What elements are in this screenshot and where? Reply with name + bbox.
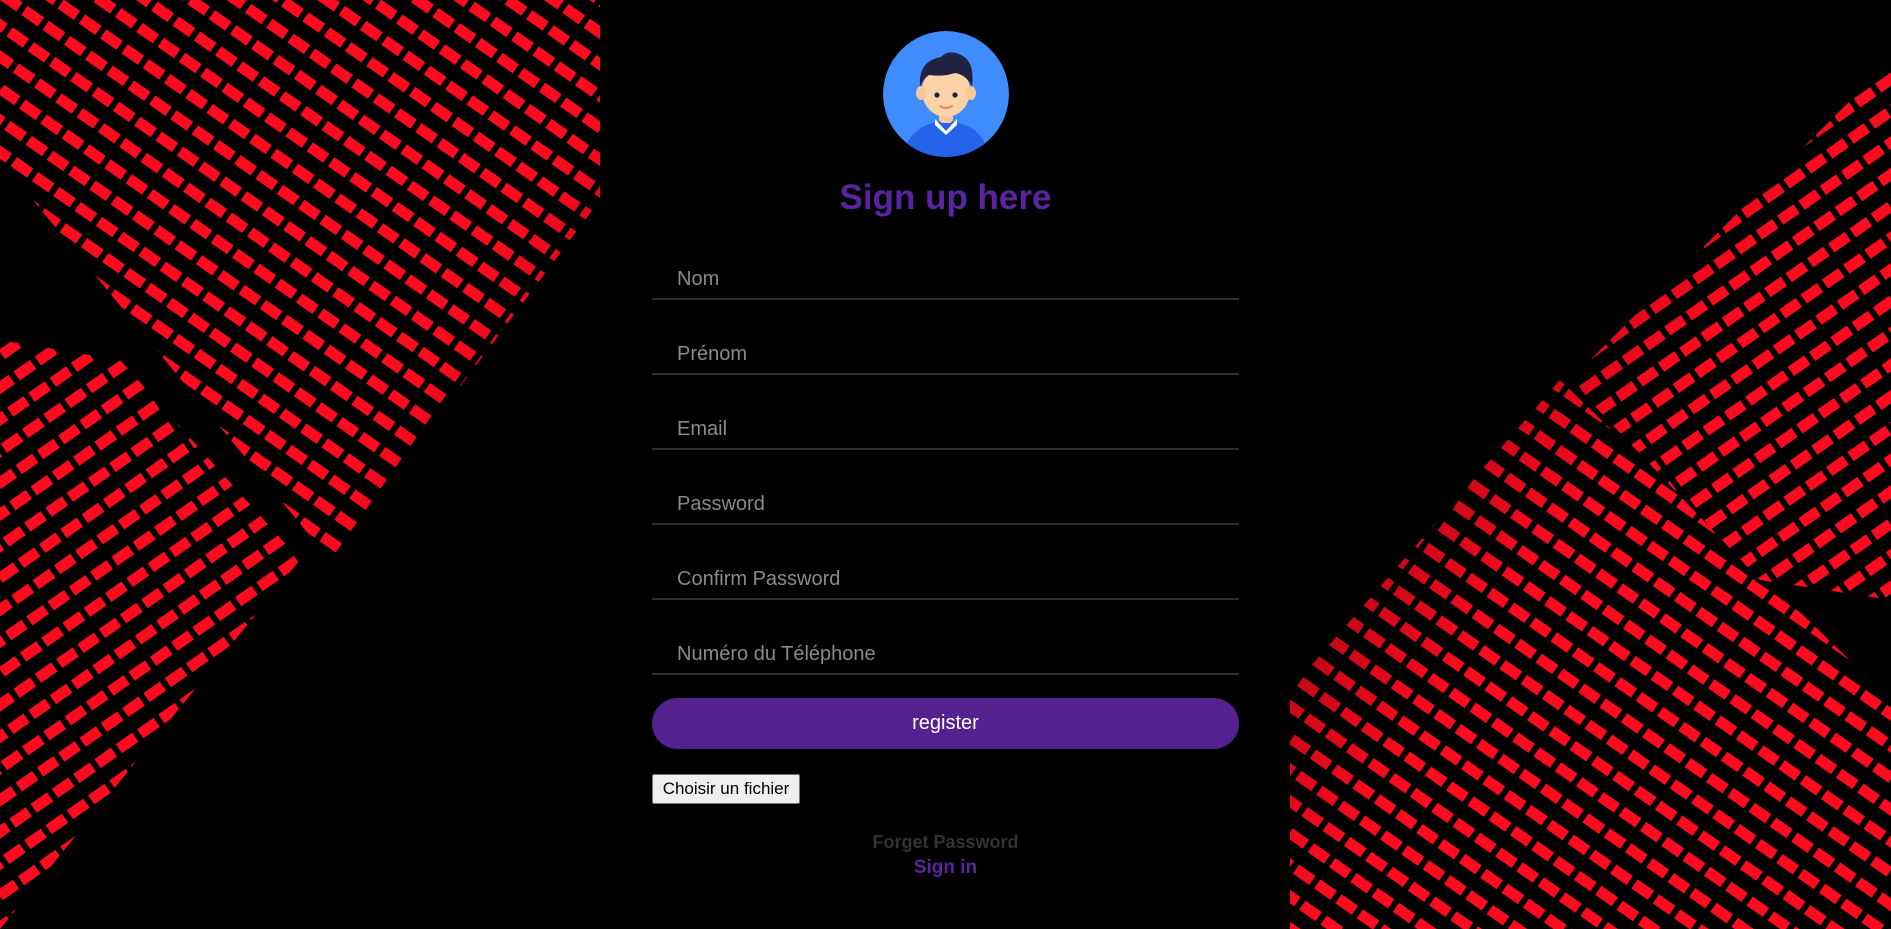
- prenom-input[interactable]: [652, 323, 1239, 373]
- choose-file-button[interactable]: Choisir un fichier: [652, 774, 800, 804]
- email-field: [652, 398, 1239, 450]
- email-input[interactable]: [652, 398, 1239, 448]
- prenom-field: [652, 323, 1239, 375]
- page-title: Sign up here: [839, 178, 1052, 217]
- nom-field: [652, 248, 1239, 300]
- sign-in-link[interactable]: Sign in: [652, 857, 1239, 879]
- forget-password-link[interactable]: Forget Password: [652, 832, 1239, 853]
- confirm-password-field: [652, 548, 1239, 600]
- page: Sign up here register Choisir un fichier…: [0, 0, 1891, 929]
- phone-input[interactable]: [652, 623, 1239, 673]
- password-field: [652, 473, 1239, 525]
- user-avatar-icon: [883, 31, 1009, 157]
- confirm-password-input[interactable]: [652, 548, 1239, 598]
- register-button[interactable]: register: [652, 698, 1239, 749]
- phone-field: [652, 623, 1239, 675]
- nom-input[interactable]: [652, 248, 1239, 298]
- password-input[interactable]: [652, 473, 1239, 523]
